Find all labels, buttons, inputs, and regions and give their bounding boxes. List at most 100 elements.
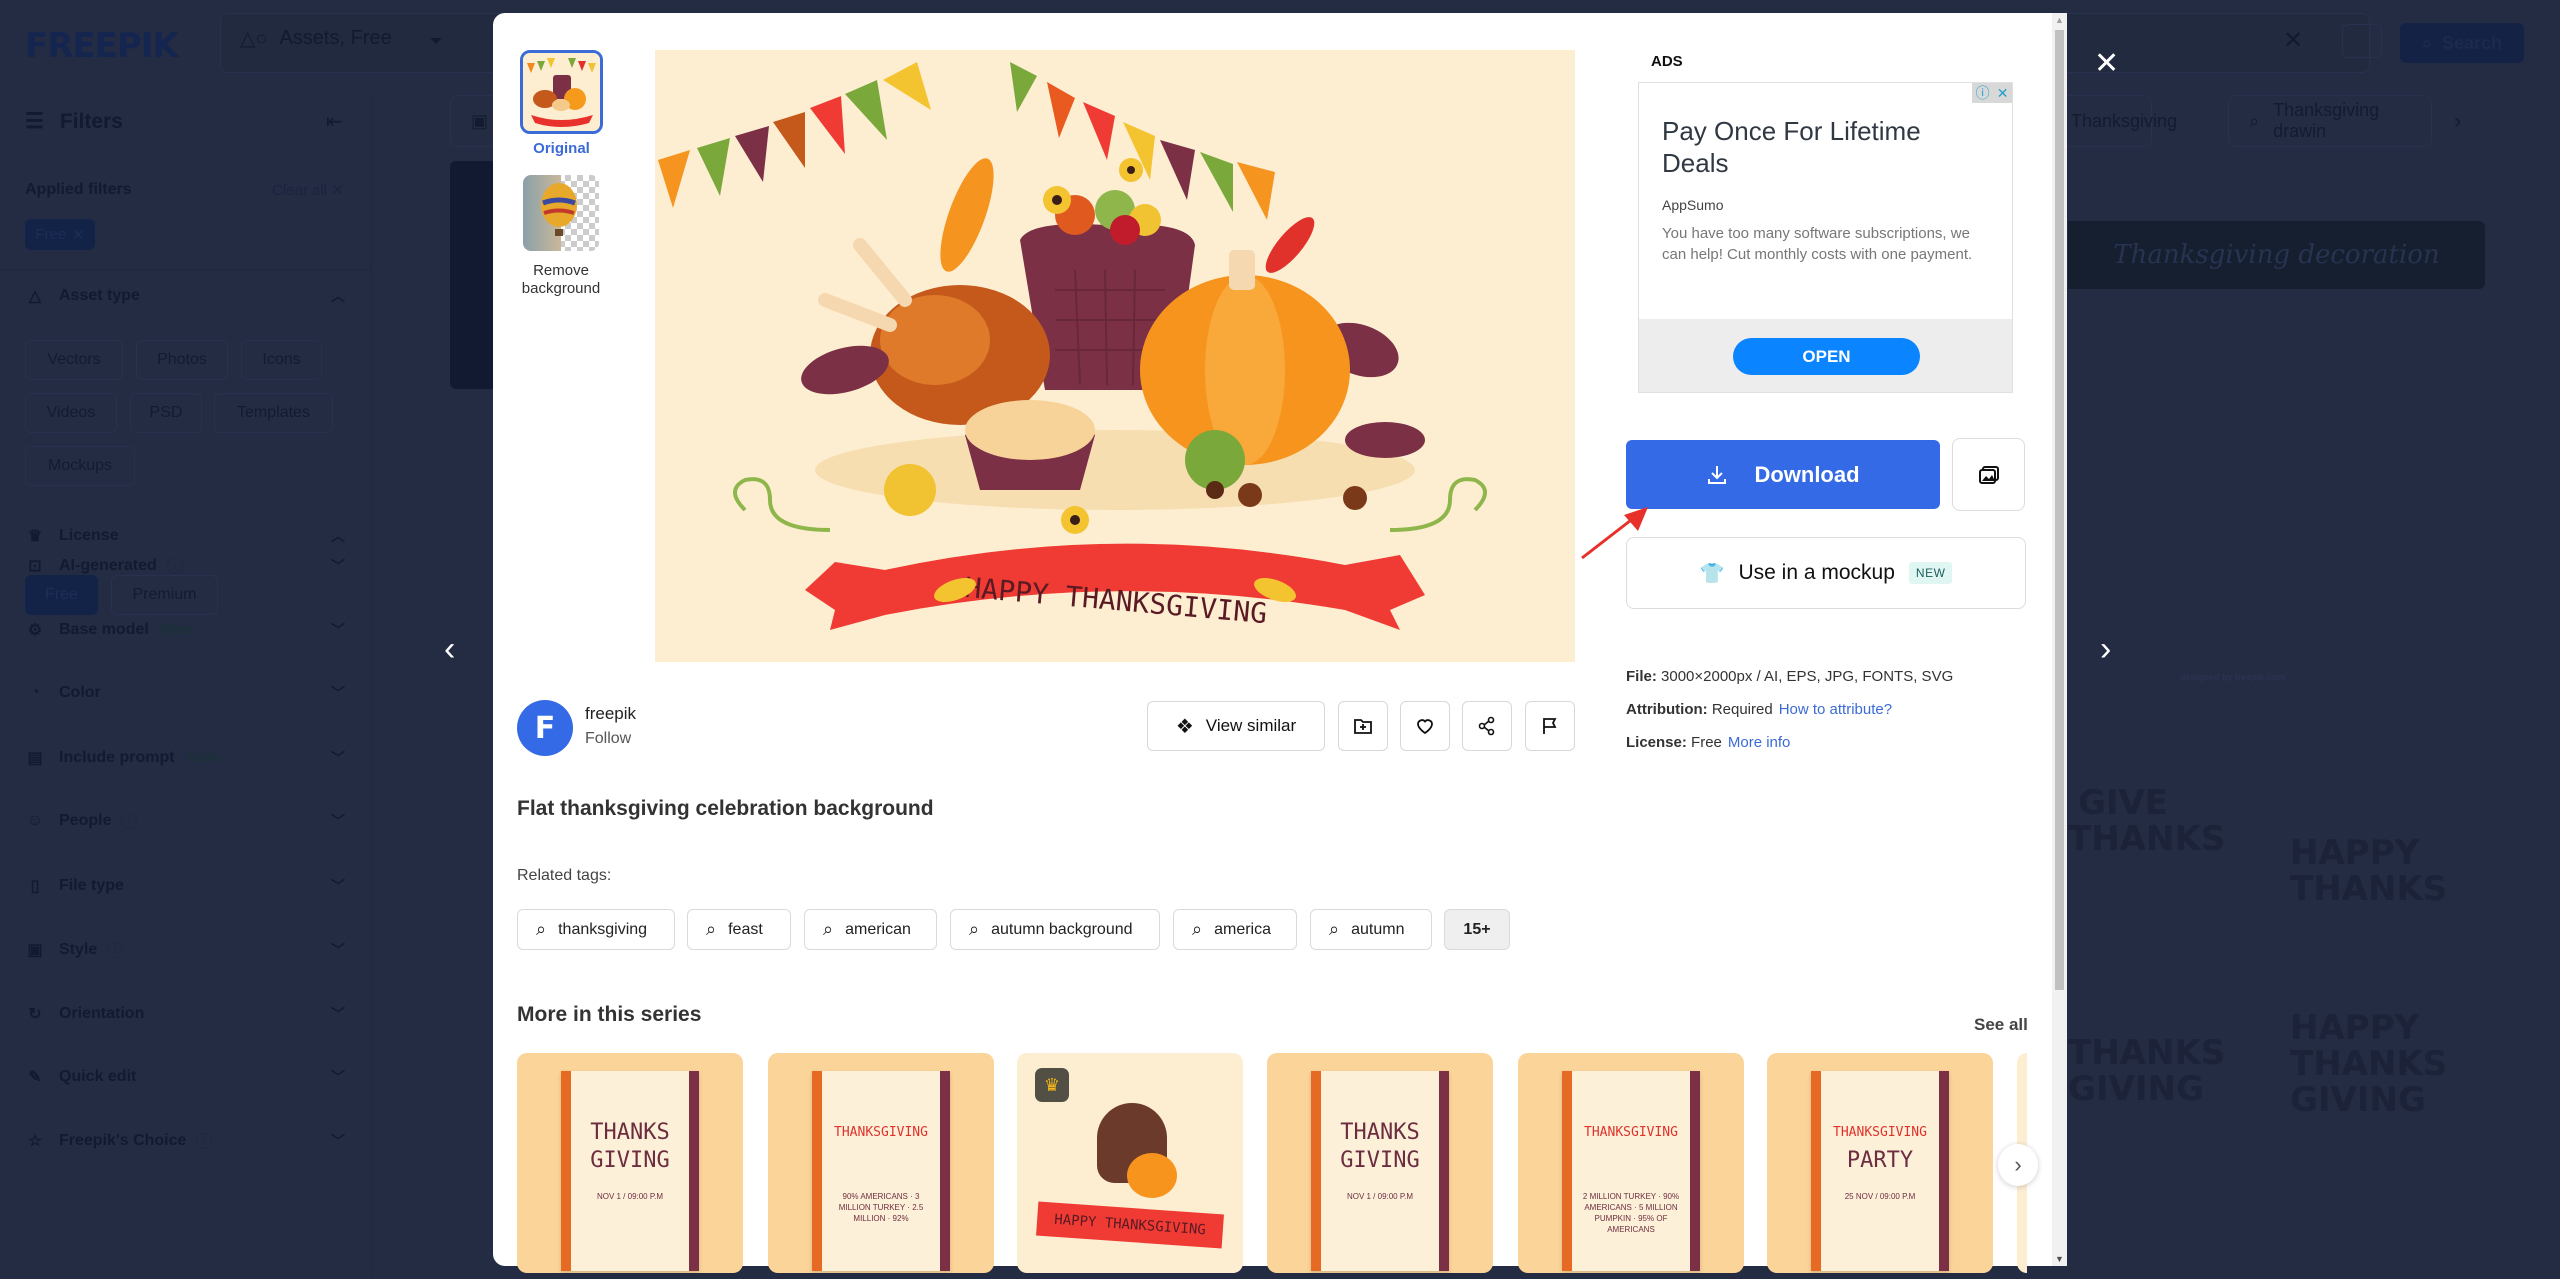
filters-label: Filters [59,109,123,133]
variant-remove-background-label[interactable]: Remove background [505,262,617,298]
series-card[interactable]: THANKSGIVING 2 MILLION TURKEY · 90% AMERI… [1518,1053,1744,1273]
image-search-button[interactable] [2342,24,2382,58]
asset-type-templates[interactable]: Templates [214,393,333,433]
rotate-icon: ↻ [28,1006,42,1023]
series-card[interactable]: ♛ HAPPY THANKSGIVING [1017,1053,1243,1273]
series-card[interactable]: THANKSGIVING PARTY 25 NOV / 09:00 P.M [1767,1053,1993,1273]
chevron-down-icon: ﹀ [331,1006,345,1022]
report-button[interactable] [1525,701,1575,751]
license-premium[interactable]: Premium [111,575,218,615]
chevron-down-icon: ﹀ [331,558,345,574]
main-preview-image[interactable]: HAPPY THANKSGIVING [655,50,1575,662]
asset-type-icons[interactable]: Icons [241,340,322,380]
remove-chip-icon[interactable]: ✕ [72,226,85,244]
scroll-down-icon[interactable]: ▼ [2055,1254,2064,1264]
chevron-right-icon[interactable]: › [2454,108,2461,134]
info-icon[interactable]: i [121,813,138,829]
section-color[interactable]: ◔ Color ﹀ [25,684,345,702]
scrollbar-thumb[interactable] [2055,30,2064,990]
section-asset-type[interactable]: △ Asset type ︿ [25,286,345,306]
attribution-key: Attribution: [1626,701,1708,718]
asset-type-photos[interactable]: Photos [136,340,228,380]
author-avatar[interactable]: F [517,700,573,756]
asset-type-mockups[interactable]: Mockups [25,446,135,486]
applied-filter-chip[interactable]: Free ✕ [25,219,95,250]
share-button[interactable] [1462,701,1512,751]
author-name[interactable]: freepik [585,704,636,724]
related-tag[interactable]: ⌕ autumn background [950,909,1160,950]
advertisement[interactable]: ⓘ ✕ Pay Once For Lifetime Deals AppSumo Y… [1638,82,2013,393]
section-style[interactable]: ▣ Style i ﹀ [25,940,345,960]
see-all-link[interactable]: See all [1974,1015,2028,1035]
related-tag[interactable]: ⌕ feast [687,909,791,950]
variant-original-label[interactable]: Original [520,140,603,157]
section-include-prompt[interactable]: ▤ Include prompt New ﹀ [25,748,345,768]
license-free[interactable]: Free [25,575,98,615]
variant-remove-background-thumbnail[interactable] [523,175,599,251]
series-card[interactable]: THANKS GIVING NOV 1 / 09:00 P.M [1267,1053,1493,1273]
modal-scrollbar[interactable]: ▲ ▼ [2052,13,2067,1266]
ad-headline[interactable]: Pay Once For Lifetime Deals [1662,115,1982,179]
asset-type-vectors[interactable]: Vectors [25,340,123,380]
file-info: File: 3000×2000px / AI, EPS, JPG, FONTS,… [1626,668,1953,685]
clear-search-icon[interactable]: ✕ [2283,26,2303,55]
section-base-model[interactable]: ⚙ Base model New ﹀ [25,620,345,640]
info-icon[interactable]: i [107,942,124,958]
clear-all-button[interactable]: Clear all ✕ [272,181,344,199]
section-ai-generated[interactable]: ⊡ AI-generated i ﹀ [25,556,345,576]
search-icon: ⌕ [823,919,834,939]
series-card[interactable]: THANKS GIVING NOV 1 / 09:00 P.M [517,1053,743,1273]
follow-button[interactable]: Follow [585,730,631,748]
section-people[interactable]: ☺ People i ﹀ [25,812,345,830]
collapse-sidebar-icon[interactable]: ⇤ [326,109,343,134]
info-icon[interactable]: i [166,558,183,574]
section-label: Freepik's Choice [59,1132,187,1149]
view-similar-button[interactable]: ❖ View similar [1147,701,1325,751]
related-tag[interactable]: ⌕ american [804,909,937,950]
add-to-collection-button[interactable] [1338,701,1388,751]
freepik-logo[interactable]: FREEPIK [25,26,179,66]
related-tag[interactable]: ⌕ autumn [1310,909,1432,950]
tag-label: feast [728,920,763,938]
section-label: Include prompt [59,749,175,766]
next-asset-button[interactable]: › [2100,630,2111,669]
more-info-link[interactable]: More info [1728,734,1791,751]
info-icon[interactable]: i [196,1133,213,1149]
section-quick-edit[interactable]: ✎ Quick edit ﹀ [25,1067,345,1087]
ads-label: ADS [1651,53,1683,70]
how-to-attribute-link[interactable]: How to attribute? [1779,701,1892,718]
series-card[interactable]: THANKSGIVING 90% AMERICANS · 3 MILLION TU… [768,1053,994,1273]
ad-close-icon[interactable]: ✕ [1997,85,2009,102]
section-license[interactable]: ♛ License ︿ [25,526,345,546]
premium-crown-icon: ♛ [1035,1068,1069,1102]
more-tags-button[interactable]: 15+ [1444,909,1510,950]
like-button[interactable] [1400,701,1450,751]
search-button[interactable]: ⌕ Search [2400,23,2524,63]
caret-down-icon[interactable] [430,38,442,44]
asset-type-select[interactable]: △○ Assets, Free [240,26,392,51]
close-modal-button[interactable]: ✕ [2094,49,2119,79]
previous-asset-button[interactable]: ‹ [444,630,455,669]
ad-advertiser: AppSumo [1662,197,1724,213]
mockup-label: Use in a mockup [1738,561,1895,584]
download-button[interactable]: Download [1626,440,1940,509]
section-file-type[interactable]: ▯ File type ﹀ [25,876,345,896]
asset-type-psd[interactable]: PSD [130,393,202,433]
section-label: Style [59,941,98,958]
background-result-decoration[interactable]: Thanksgiving decoration [2068,221,2485,289]
related-search-chip[interactable]: ⌕ Thanksgiving drawin [2228,95,2432,147]
related-tag[interactable]: ⌕ thanksgiving [517,909,675,950]
scroll-up-icon[interactable]: ▲ [2055,15,2064,25]
ad-info-icon[interactable]: ⓘ [1976,83,1990,103]
section-orientation[interactable]: ↻ Orientation ﹀ [25,1004,345,1024]
related-tag[interactable]: ⌕ america [1173,909,1297,950]
variant-original-thumbnail[interactable] [520,50,603,134]
ad-open-button[interactable]: OPEN [1733,338,1920,375]
asset-type-videos[interactable]: Videos [25,393,117,433]
asset-select-value: Assets, Free [279,27,392,49]
series-next-button[interactable]: › [1998,1144,2038,1186]
image-editor-button[interactable] [1952,438,2025,511]
ad-controls[interactable]: ⓘ ✕ [1972,83,2012,103]
section-freepik-s-choice[interactable]: ☆ Freepik's Choice i ﹀ [25,1131,345,1151]
use-in-mockup-button[interactable]: 👕 Use in a mockup NEW [1626,537,2026,609]
